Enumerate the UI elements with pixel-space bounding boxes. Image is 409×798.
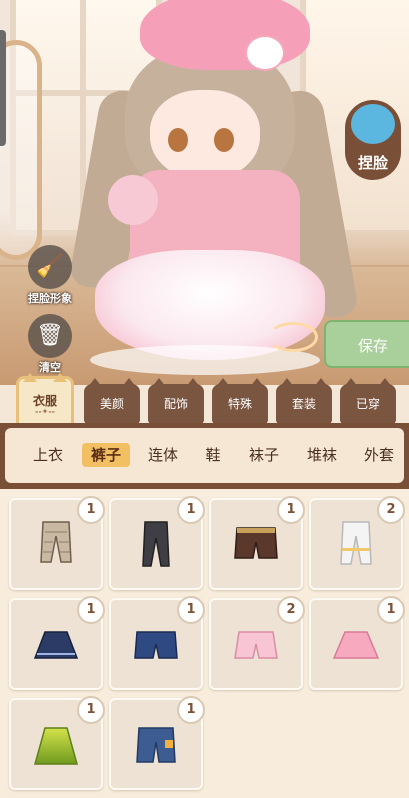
- item-count: 1: [177, 496, 205, 524]
- item-card[interactable]: 1: [209, 496, 305, 590]
- bunny-hairclip: [245, 35, 285, 71]
- tab-accessories[interactable]: 配饰: [148, 378, 204, 424]
- navy-skirt-icon: [33, 631, 79, 659]
- item-count: 1: [77, 496, 105, 524]
- item-card[interactable]: 1: [109, 696, 205, 790]
- item-count: 2: [277, 596, 305, 624]
- item-count: 1: [277, 496, 305, 524]
- item-card[interactable]: 1: [109, 496, 205, 590]
- trash-icon: 🗑: [28, 314, 72, 358]
- item-card[interactable]: 1: [9, 596, 105, 690]
- rotate-icon[interactable]: [268, 322, 318, 352]
- face-image-label: 捏脸形象: [28, 292, 72, 305]
- pink-skirt-icon: [332, 631, 380, 659]
- tab-label: 特殊: [227, 397, 252, 411]
- character-preview: 捏脸 🧹 捏脸形象 🗑 清空 保存: [0, 0, 409, 385]
- broom-icon: 🧹: [28, 245, 72, 289]
- item-card[interactable]: 2: [309, 496, 405, 590]
- pinch-face-button[interactable]: 捏脸: [345, 100, 401, 180]
- subtab-coats[interactable]: 外套: [361, 428, 397, 483]
- tab-label: 已穿: [355, 397, 380, 411]
- item-card[interactable]: 1: [109, 596, 205, 690]
- subtab-shoes[interactable]: 鞋: [203, 428, 223, 483]
- item-count: 1: [77, 596, 105, 624]
- tab-label: 美颜: [99, 397, 124, 411]
- character-face: [150, 90, 260, 180]
- item-grid: 1 1 1 2 1 1 2 1 1 1: [0, 489, 409, 798]
- pinch-face-label: 捏脸: [357, 154, 388, 172]
- clear-button[interactable]: 🗑 清空: [20, 314, 80, 375]
- avatar: [351, 104, 395, 144]
- right-eye: [214, 128, 234, 152]
- item-count: 1: [77, 696, 105, 724]
- category-tabs: 衣服 --✦-- 美颜 配饰 特殊 套装 已穿: [0, 372, 409, 430]
- item-card[interactable]: 1: [309, 596, 405, 690]
- standing-mirror: [0, 40, 42, 260]
- denim-shorts-icon: [134, 631, 178, 659]
- left-eye: [168, 128, 188, 152]
- tab-special[interactable]: 特殊: [212, 378, 268, 424]
- character-hat: [140, 0, 310, 70]
- face-image-button[interactable]: 🧹 捏脸形象: [20, 245, 80, 306]
- dash-decoration: --✦--: [35, 407, 55, 416]
- tab-worn[interactable]: 已穿: [340, 378, 396, 424]
- item-card[interactable]: 1: [9, 696, 105, 790]
- tab-label: 衣服: [32, 394, 57, 408]
- subtab-leg-warmers[interactable]: 堆袜: [304, 428, 340, 483]
- pink-ruffle-shorts-icon: [234, 631, 278, 659]
- item-card[interactable]: 2: [209, 596, 305, 690]
- patched-denim-shorts-icon: [136, 727, 176, 763]
- item-count: 1: [377, 596, 405, 624]
- item-card[interactable]: 1: [9, 496, 105, 590]
- tab-label: 配饰: [163, 397, 188, 411]
- tab-beauty[interactable]: 美颜: [84, 378, 140, 424]
- subtab-onepiece[interactable]: 连体: [145, 428, 181, 483]
- white-lace-shorts-icon: [340, 521, 372, 565]
- subtab-tops[interactable]: 上衣: [30, 428, 66, 483]
- tab-outfits[interactable]: 套装: [276, 378, 332, 424]
- item-count: 2: [377, 496, 405, 524]
- green-skirt-icon: [34, 727, 78, 765]
- black-pants-icon: [142, 521, 170, 567]
- plaid-pants-icon: [40, 521, 72, 563]
- tab-label: 套装: [291, 397, 316, 411]
- save-button[interactable]: 保存: [324, 320, 409, 368]
- side-handle[interactable]: [0, 30, 6, 146]
- subtab-pants[interactable]: 裤子: [82, 428, 130, 483]
- plush-toy: [108, 175, 158, 225]
- item-count: 1: [177, 596, 205, 624]
- brown-shorts-icon: [234, 527, 278, 559]
- subcategory-bar: 上衣 裤子 连体 鞋 袜子 堆袜 外套: [0, 423, 409, 489]
- subtab-socks[interactable]: 袜子: [246, 428, 282, 483]
- subcategory-tabs: 上衣 裤子 连体 鞋 袜子 堆袜 外套: [5, 428, 404, 483]
- tab-clothes[interactable]: 衣服 --✦--: [16, 373, 74, 430]
- item-count: 1: [177, 696, 205, 724]
